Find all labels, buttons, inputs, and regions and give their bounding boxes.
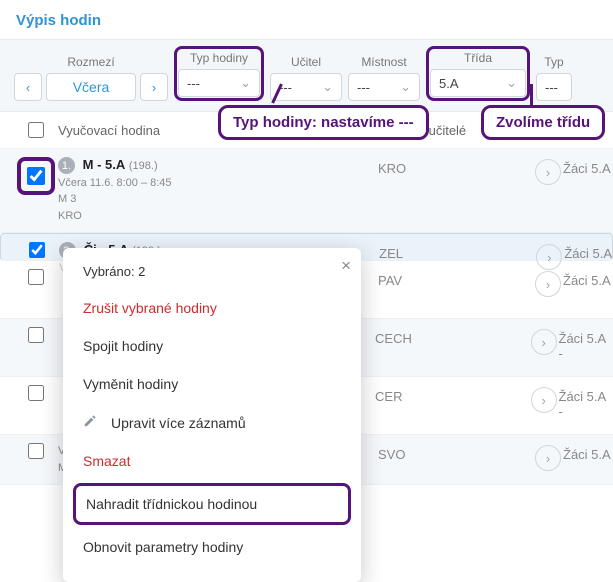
filter-label: Učitel — [291, 55, 321, 69]
group-name: Žáci 5.A — [563, 443, 611, 462]
menu-merge-lessons[interactable]: Spojit hodiny — [63, 327, 361, 365]
chevron-right-icon[interactable]: › — [531, 387, 557, 413]
chevron-down-icon: ⌄ — [322, 79, 333, 95]
callout-line — [530, 84, 533, 105]
lesson-meta: KRO — [58, 208, 378, 225]
chevron-down-icon: ⌄ — [506, 75, 517, 91]
chevron-right-icon[interactable]: › — [535, 445, 561, 471]
chevron-down-icon: ⌄ — [400, 79, 411, 95]
teacher-code: CER — [375, 385, 529, 404]
filter-label: Rozmezí — [67, 55, 114, 69]
menu-cancel-lessons[interactable]: Zrušit vybrané hodiny — [63, 289, 361, 327]
highlight-typ: Typ hodiny ---⌄ — [174, 46, 264, 101]
filter-label: Typ — [544, 55, 563, 69]
date-select[interactable]: Včera — [46, 73, 136, 101]
filter-label: Třída — [464, 51, 492, 65]
filter-typ2: Typ --- — [536, 55, 572, 101]
context-menu: × Vybráno: 2 Zrušit vybrané hodiny Spoji… — [63, 248, 361, 582]
chevron-right-icon[interactable]: › — [535, 159, 561, 185]
chevron-down-icon: ⌄ — [240, 75, 251, 91]
group-name: Žáci 5.A - — [559, 327, 613, 361]
lesson-title: 1. M - 5.A (198.) — [58, 157, 378, 175]
teacher-code: CECH — [375, 327, 529, 346]
row-checkbox[interactable] — [28, 385, 44, 401]
next-day-button[interactable]: › — [140, 73, 168, 101]
chevron-right-icon[interactable]: › — [536, 244, 562, 270]
filter-mistnost: Místnost ---⌄ — [348, 55, 420, 101]
teacher-code: KRO — [378, 157, 533, 176]
menu-delete[interactable]: Smazat — [63, 442, 361, 480]
row-checkbox[interactable] — [28, 327, 44, 343]
group-name: Žáci 5.A - — [559, 385, 613, 419]
menu-restore-params[interactable]: Obnovit parametry hodiny — [63, 528, 361, 566]
filter-bar: Rozmezí ‹ Včera › Typ hodiny ---⌄ Učitel… — [0, 39, 613, 112]
popup-title: Vybráno: 2 — [63, 262, 361, 289]
page-title: Výpis hodin — [0, 12, 613, 39]
teacher-code: SVO — [378, 443, 533, 462]
chevron-right-icon[interactable]: › — [535, 271, 561, 297]
highlight-checkbox — [17, 157, 55, 195]
menu-swap-lessons[interactable]: Vyměnit hodiny — [63, 365, 361, 403]
lesson-meta: Včera 11.6. 8:00 – 8:45 — [58, 175, 378, 192]
teacher-code: ZEL — [379, 242, 534, 261]
select-all-checkbox[interactable] — [28, 122, 44, 138]
row-checkbox[interactable] — [28, 269, 44, 285]
highlight-trida: Třída 5.A⌄ — [426, 46, 530, 101]
row-checkbox[interactable] — [29, 242, 45, 258]
typ-select[interactable]: ---⌄ — [178, 69, 260, 97]
filter-label: Místnost — [361, 55, 406, 69]
prev-day-button[interactable]: ‹ — [14, 73, 42, 101]
menu-edit-multiple[interactable]: Upravit více záznamů — [63, 403, 361, 442]
filter-label: Typ hodiny — [190, 51, 248, 65]
close-icon[interactable]: × — [341, 256, 351, 276]
menu-replace-class-lesson[interactable]: Nahradit třídnickou hodinou — [76, 486, 348, 522]
lesson-meta: M 3 — [58, 191, 378, 208]
group-name: Žáci 5.A — [563, 157, 611, 176]
pencil-icon — [83, 414, 101, 431]
chevron-right-icon[interactable]: › — [531, 329, 557, 355]
trida-select[interactable]: 5.A⌄ — [430, 69, 526, 97]
highlight-menu-item: Nahradit třídnickou hodinou — [73, 483, 351, 525]
mistnost-select[interactable]: ---⌄ — [348, 73, 420, 101]
callout-typ: Typ hodiny: nastavíme --- — [218, 105, 429, 140]
callout-trida: Zvolíme třídu — [481, 105, 605, 140]
lesson-number: 1. — [58, 157, 75, 174]
typ2-select[interactable]: --- — [536, 73, 572, 101]
filter-rozmezi: Rozmezí ‹ Včera › — [14, 55, 168, 101]
group-name: Žáci 5.A — [564, 242, 612, 261]
filter-ucitel: Učitel ---⌄ — [270, 55, 342, 101]
row-checkbox[interactable] — [28, 443, 44, 459]
row-checkbox[interactable] — [27, 167, 45, 185]
group-name: Žáci 5.A — [563, 269, 611, 288]
teacher-code: PAV — [378, 269, 533, 288]
table-row[interactable]: 1. M - 5.A (198.) Včera 11.6. 8:00 – 8:4… — [0, 149, 613, 233]
